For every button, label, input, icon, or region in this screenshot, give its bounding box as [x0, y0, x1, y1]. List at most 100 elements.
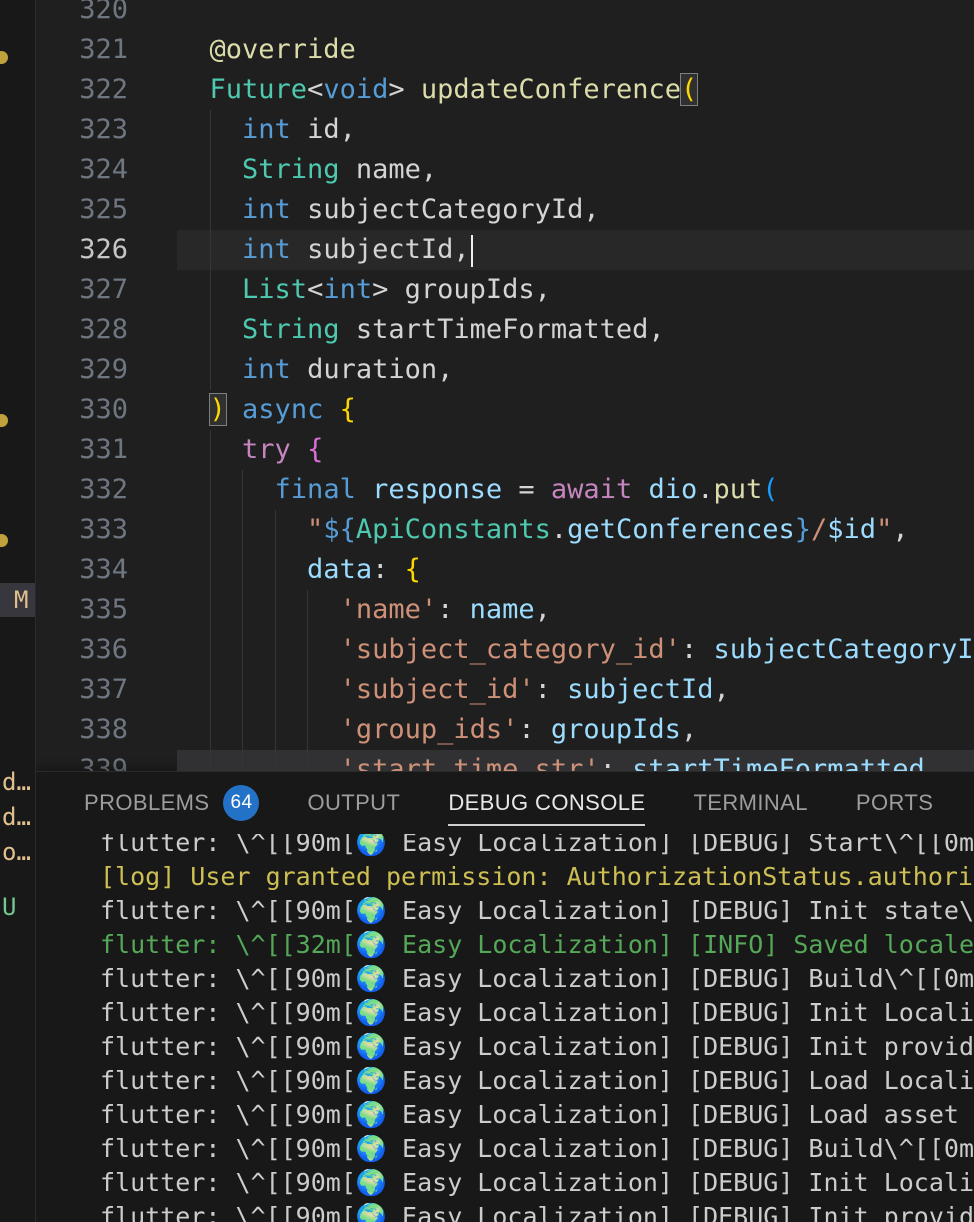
code-line-content[interactable]: 'start_time_str': startTimeFormatted,	[177, 750, 974, 771]
code-line[interactable]: 339 'start_time_str': startTimeFormatted…	[36, 750, 974, 771]
code-token: .	[550, 514, 568, 545]
line-number[interactable]: 322	[36, 70, 177, 110]
line-number[interactable]: 333	[36, 510, 177, 550]
code-token: int	[242, 194, 291, 225]
code-token: 'group_ids'	[339, 714, 519, 745]
debug-console-output[interactable]: flutter: \^[[90m[🌍 Easy Localization] [D…	[36, 834, 974, 1222]
code-line[interactable]: 338 'group_ids': groupIds,	[36, 710, 974, 750]
line-number[interactable]: 339	[36, 750, 177, 771]
line-number[interactable]: 332	[36, 470, 177, 510]
line-number[interactable]: 324	[36, 150, 177, 190]
code-line[interactable]: 328 String startTimeFormatted,	[36, 310, 974, 350]
console-line: flutter: \^[[90m[🌍 Easy Localization] [D…	[100, 998, 974, 1027]
code-line-content[interactable]: int id,	[177, 110, 974, 150]
line-number[interactable]: 338	[36, 710, 177, 750]
line-number[interactable]: 334	[36, 550, 177, 590]
line-number[interactable]: 336	[36, 630, 177, 670]
code-token: ,	[924, 754, 942, 771]
code-line-content[interactable]: int subjectId,	[177, 230, 974, 270]
code-line-content[interactable]: 'group_ids': groupIds,	[177, 710, 974, 750]
line-number[interactable]: 320	[36, 0, 177, 30]
code-line-content[interactable]: String startTimeFormatted,	[177, 310, 974, 350]
console-line: flutter: \^[[90m[🌍 Easy Localization] [D…	[100, 896, 974, 925]
tab-problems[interactable]: PROBLEMS 64	[84, 772, 260, 834]
indent-guide	[242, 550, 244, 590]
code-token: $id	[827, 514, 877, 545]
code-line-content[interactable]: int subjectCategoryId,	[177, 190, 974, 230]
code-line-content[interactable]: ) async {	[177, 390, 974, 430]
code-line[interactable]: 326 int subjectId,	[36, 230, 974, 270]
tab-terminal[interactable]: TERMINAL	[693, 772, 807, 834]
line-number[interactable]: 321	[36, 30, 177, 70]
code-line[interactable]: 334 data: {	[36, 550, 974, 590]
code-line-content[interactable]: 'subject_category_id': subjectCategoryId…	[177, 630, 974, 670]
code-line-content[interactable]: 'subject_id': subjectId,	[177, 670, 974, 710]
explorer-item[interactable]: o…	[2, 838, 31, 866]
code-line[interactable]: 324 String name,	[36, 150, 974, 190]
git-status-badge: M	[14, 586, 29, 614]
code-line-content[interactable]: 'name': name,	[177, 590, 974, 630]
code-line[interactable]: 322 Future<void> updateConference(	[36, 70, 974, 110]
line-number[interactable]: 330	[36, 390, 177, 430]
code-line[interactable]: 333 "${ApiConstants.getConferences}/$id"…	[36, 510, 974, 550]
code-token: String	[242, 314, 340, 345]
code-token: void	[323, 74, 389, 105]
explorer-item[interactable]: U	[2, 893, 16, 921]
code-line[interactable]: 320	[36, 0, 974, 30]
tab-output[interactable]: OUTPUT	[307, 772, 400, 834]
code-line[interactable]: 336 'subject_category_id': subjectCatego…	[36, 630, 974, 670]
code-line-content[interactable]: int duration,	[177, 350, 974, 390]
code-line[interactable]: 329 int duration,	[36, 350, 974, 390]
line-number[interactable]: 331	[36, 430, 177, 470]
code-line-content[interactable]: try {	[177, 430, 974, 470]
code-token: 'subject_category_id'	[339, 634, 681, 665]
code-line[interactable]: 321 @override	[36, 30, 974, 70]
code-line-content[interactable]: data: {	[177, 550, 974, 590]
indent-guide	[209, 470, 211, 510]
code-line[interactable]: 330 ) async {	[36, 390, 974, 430]
code-line[interactable]: 331 try {	[36, 430, 974, 470]
code-token: name,	[339, 154, 438, 185]
code-token: Future	[209, 74, 308, 105]
tab-debug-console[interactable]: DEBUG CONSOLE	[448, 772, 646, 834]
code-line-content[interactable]: Future<void> updateConference(	[177, 70, 974, 110]
code-line-content[interactable]: String name,	[177, 150, 974, 190]
line-number[interactable]: 328	[36, 310, 177, 350]
explorer-item[interactable]: d…	[2, 768, 31, 796]
code-line[interactable]: 332 final response = await dio.put(	[36, 470, 974, 510]
indent-guide	[209, 350, 211, 390]
code-line[interactable]: 335 'name': name,	[36, 590, 974, 630]
line-number[interactable]: 325	[36, 190, 177, 230]
code-line-content[interactable]: final response = await dio.put(	[177, 470, 974, 510]
line-number[interactable]: 335	[36, 590, 177, 630]
code-line-content[interactable]	[177, 0, 974, 30]
indent-guide	[209, 710, 211, 750]
tab-ports[interactable]: PORTS	[856, 772, 933, 834]
code-token: id,	[290, 114, 356, 145]
code-line-content[interactable]: "${ApiConstants.getConferences}/$id",	[177, 510, 974, 550]
line-number[interactable]: 326	[36, 230, 177, 270]
code-token: > groupIds,	[372, 274, 551, 305]
code-token: 'name'	[339, 594, 438, 625]
code-line[interactable]: 327 List<int> groupIds,	[36, 270, 974, 310]
code-line-content[interactable]: List<int> groupIds,	[177, 270, 974, 310]
line-number[interactable]: 327	[36, 270, 177, 310]
line-number[interactable]: 337	[36, 670, 177, 710]
explorer-selected-row[interactable]: M	[0, 583, 35, 617]
code-token: <	[307, 74, 324, 105]
line-number[interactable]: 329	[36, 350, 177, 390]
indent-guide	[274, 550, 276, 590]
modified-file-dot	[0, 414, 8, 427]
code-line-content[interactable]: @override	[177, 30, 974, 70]
code-editor[interactable]: 320 321 @override 322 Future<void> updateC…	[36, 0, 974, 771]
code-line[interactable]: 325 int subjectCategoryId,	[36, 190, 974, 230]
explorer-strip[interactable]: Md… d… o… U	[0, 0, 36, 1222]
explorer-item[interactable]: d…	[2, 803, 31, 831]
tab-label: TERMINAL	[693, 790, 808, 815]
code-line[interactable]: 337 'subject_id': subjectId,	[36, 670, 974, 710]
line-number[interactable]: 323	[36, 110, 177, 150]
code-line[interactable]: 323 int id,	[36, 110, 974, 150]
